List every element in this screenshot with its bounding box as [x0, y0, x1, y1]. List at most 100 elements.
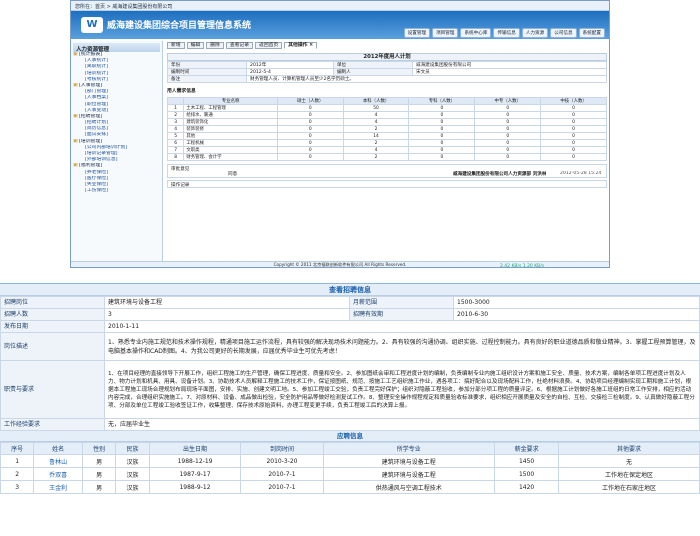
applicant-name-link[interactable]: 鲁林山 — [33, 454, 83, 468]
salary-label: 月薪范围 — [349, 296, 454, 309]
applicant-cell: 2010-7-1 — [240, 467, 324, 481]
demand-cell: 0 — [408, 146, 476, 154]
demand-cell: 2 — [342, 139, 410, 147]
applicant-cell: 建筑环境与设备工程 — [322, 454, 496, 468]
demand-cell: 50 — [342, 104, 410, 112]
demand-cell: 0 — [408, 132, 476, 140]
tab-home[interactable]: 返回首页 — [255, 42, 283, 49]
recruit-detail: 查看招聘信息 招聘岗位 建筑环境与设备工程 月薪范围 1500-3000 招聘人… — [0, 283, 700, 494]
tab-view-records[interactable]: 查看记录 — [225, 42, 254, 49]
demand-cell: 7 — [166, 146, 185, 154]
demand-row: 3 建筑装饰化 0 4 0 0 0 — [166, 118, 607, 126]
demand-col-header: 硕士（人数） — [276, 97, 344, 105]
tab-other[interactable]: 其他操作 × — [284, 42, 318, 49]
demand-cell: 0 — [540, 132, 607, 140]
sidebar-item[interactable]: [工伤保险] — [73, 188, 160, 194]
demand-cell: 给排水、暖通 — [183, 111, 278, 119]
demand-cell: 4 — [166, 125, 185, 133]
applicant-row: 2 乔双喜男汉族 1987-9-17 2010-7-1 建筑环境与设备工程 1500 工作地… — [0, 467, 700, 481]
publish-date-label: 发布日期 — [0, 320, 105, 333]
tab-edit[interactable]: 编辑 — [186, 42, 205, 49]
created-value: 2012-5-4 — [246, 68, 334, 76]
toolbar-tabs: 新增 编辑 删除 查看记录 返回首页 其他操作 × — [167, 41, 607, 50]
network-speed: 2.42 KB/s 1.20 KB/s — [500, 264, 545, 269]
demand-col-header — [166, 97, 185, 105]
applicant-cell: 2010-3-20 — [240, 454, 324, 468]
top-nav-item-projects[interactable]: 项目管理 — [432, 28, 459, 38]
demand-cell: 装饰装修 — [183, 125, 278, 133]
embedded-app-screenshot: 您所在：首页 > 威海建设集团股份有限公司 W 威海建设集团综合项目管理信息系统… — [70, 0, 610, 268]
applicant-cell: 2010-7-1 — [240, 480, 324, 494]
author-value: 宋文员 — [411, 68, 608, 76]
demand-cell: 0 — [540, 146, 607, 154]
top-nav-item-config[interactable]: 系统配置 — [578, 28, 605, 38]
recruit-title: 查看招聘信息 — [0, 284, 700, 296]
applicant-cell: 1 — [0, 454, 35, 468]
top-nav-item-library[interactable]: 系统中心库 — [460, 28, 492, 38]
applicant-cell: 工作地在保定地区 — [558, 467, 700, 481]
demand-cell: 0 — [474, 146, 542, 154]
experience-value: 无，应届毕业生 — [104, 418, 700, 431]
recruit-info-table: 招聘岗位 建筑环境与设备工程 月薪范围 1500-3000 招聘人数 3 招聘有… — [0, 296, 700, 431]
valid-until-label: 招聘有效期 — [349, 308, 454, 321]
demand-col-header: 中技（人数） — [540, 97, 607, 105]
sidebar-tree: [统计报表][人事统计][离职统计][培训统计][考核统计][人事管理][部门管… — [73, 52, 160, 194]
applicant-row: 3 王金利男汉族 1988-9-12 2010-7-1 供热通风与空调工程技术 1420 工… — [0, 480, 700, 494]
top-nav-item-transfer[interactable]: 传输信息 — [493, 28, 520, 38]
applicant-cell: 男 — [81, 480, 117, 494]
unit-label: 单位 — [332, 61, 413, 69]
demand-cell: 0 — [540, 125, 607, 133]
demand-cell: 0 — [540, 104, 607, 112]
demand-col-header: 专科（人数） — [408, 97, 476, 105]
tab-add[interactable]: 新增 — [167, 42, 185, 49]
year-label: 年份 — [166, 61, 248, 69]
applicant-name-link[interactable]: 王金利 — [33, 480, 83, 494]
plan-title: 2012年度用人计划 — [167, 53, 607, 61]
applicant-cell: 3 — [0, 480, 35, 494]
applicant-cell: 供热通风与空调工程技术 — [322, 480, 496, 494]
applicant-name-link[interactable]: 乔双喜 — [33, 467, 83, 481]
applicant-col-header: 所学专业 — [322, 442, 496, 455]
demand-cell: 0 — [276, 111, 344, 119]
demand-cell: 14 — [342, 132, 410, 140]
applicant-col-header: 民族 — [115, 442, 150, 455]
valid-until-value: 2010-6-30 — [453, 308, 700, 321]
demand-cell: 0 — [408, 153, 476, 161]
applicant-col-header: 序号 — [0, 442, 35, 455]
applicant-col-header: 姓名 — [33, 442, 83, 455]
demand-row: 1 土木工程、工程管理 0 50 0 0 0 — [166, 104, 607, 112]
demand-col-header: 本科（人数） — [342, 97, 410, 105]
demand-cell: 0 — [474, 104, 542, 112]
top-nav-item-settings[interactable]: 设置管理 — [403, 28, 431, 38]
applicants-title: 应聘信息 — [0, 431, 700, 442]
salary-value: 1500-3000 — [453, 296, 700, 309]
applicant-col-header: 出生日期 — [148, 442, 242, 455]
tab-delete[interactable]: 删除 — [206, 42, 224, 49]
applicant-col-header: 薪金要求 — [494, 442, 560, 455]
applicant-cell: 2 — [0, 467, 35, 481]
demand-cell: 4 — [342, 146, 410, 154]
flow-record[interactable]: 操作记录 — [167, 180, 607, 188]
system-title: 威海建设集团综合项目管理信息系统 — [107, 21, 252, 31]
demand-cell: 0 — [276, 139, 344, 147]
headcount-label: 招聘人数 — [0, 308, 105, 321]
applicant-cell: 1450 — [494, 454, 560, 468]
remark-label: 备注 — [166, 75, 248, 83]
demand-cell: 0 — [408, 139, 476, 147]
created-label: 编制时间 — [166, 68, 248, 76]
plan-fields: 年份 2012年 单位 威海建设集团股份有限公司 编制时间 2012-5-4 编… — [166, 61, 608, 83]
applicant-cell: 汉族 — [115, 454, 150, 468]
demand-cell: 5 — [166, 132, 185, 140]
unit-value: 威海建设集团股份有限公司 — [411, 61, 608, 69]
demand-cell: 0 — [408, 111, 476, 119]
author-label: 编制人 — [332, 68, 413, 76]
breadcrumb: 您所在：首页 > 威海建设集团股份有限公司 — [71, 1, 609, 11]
top-nav-item-hr[interactable]: 人力资源 — [521, 28, 549, 38]
applicant-cell: 男 — [81, 454, 117, 468]
top-nav-item-company[interactable]: 公司信息 — [550, 28, 577, 38]
job-desc-value: 1、熟悉专业内施工规范和技术操作规程，精通项目施工运作流程，具有较强的解决现场技… — [104, 332, 700, 361]
demand-cell: 0 — [408, 104, 476, 112]
demand-cell: 建筑装饰化 — [183, 118, 278, 126]
demand-cell: 工程机械 — [183, 139, 278, 147]
demand-cell: 2 — [342, 125, 410, 133]
